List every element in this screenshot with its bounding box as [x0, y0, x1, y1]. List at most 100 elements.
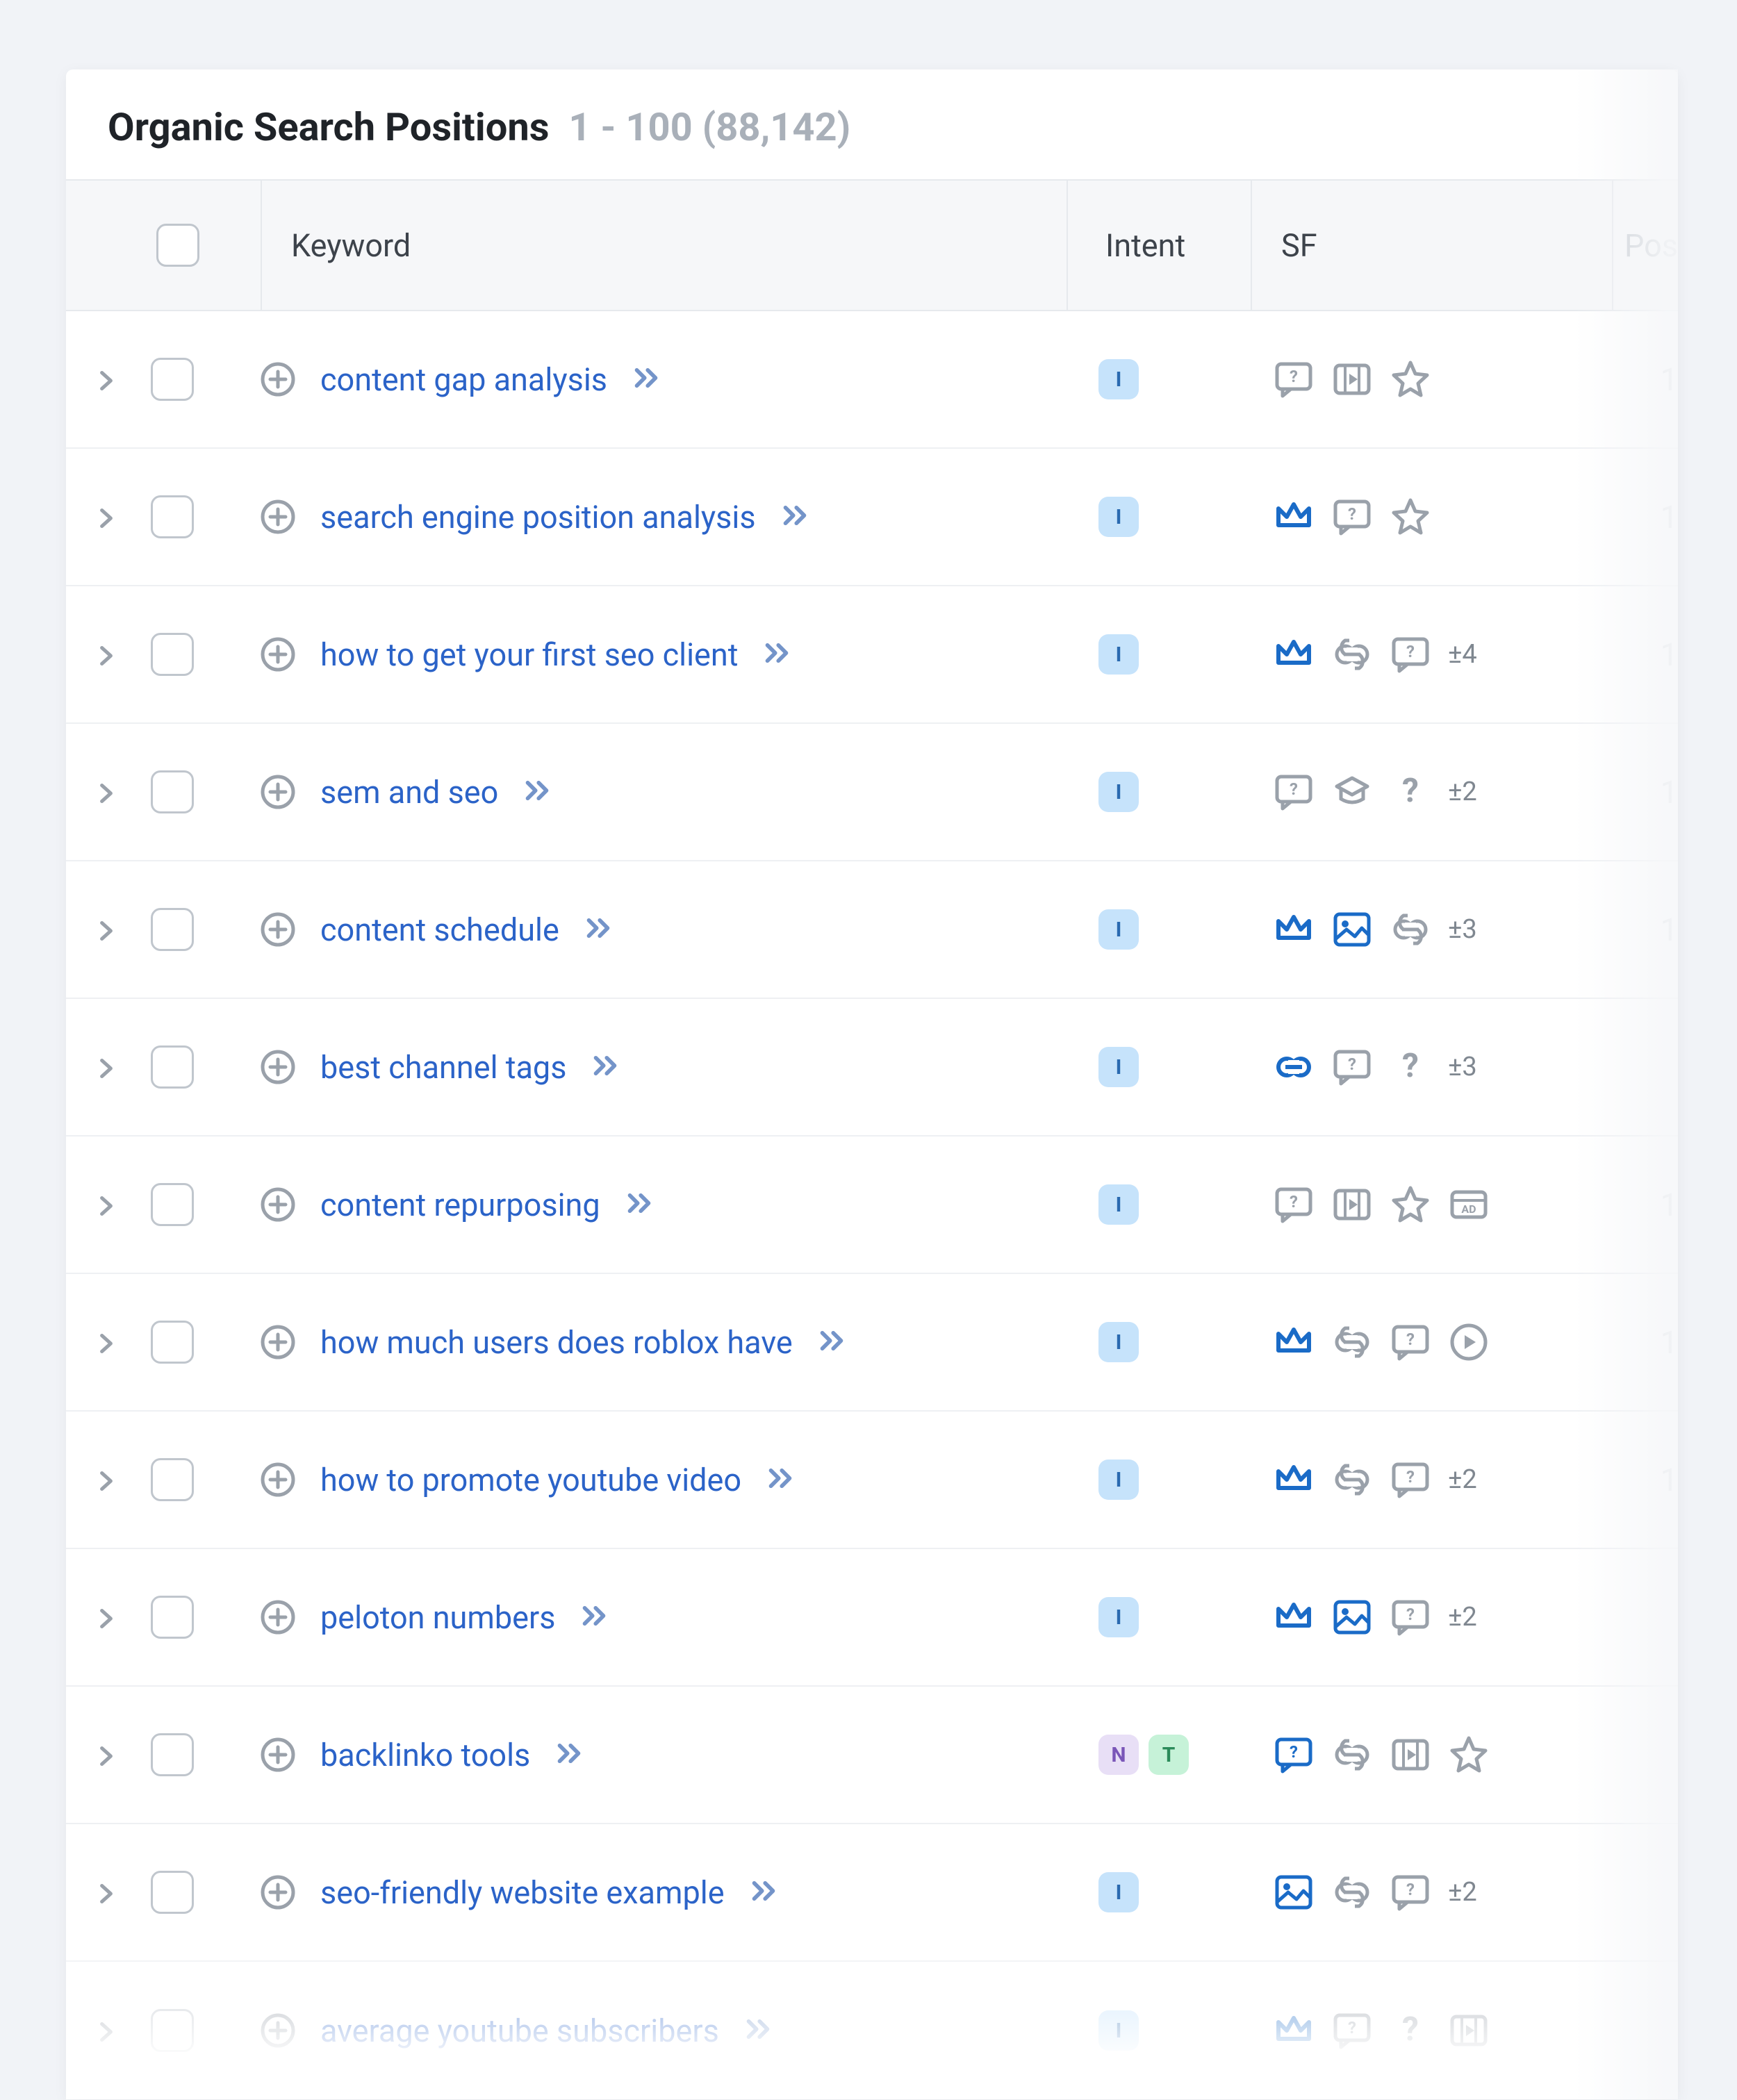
serp-more-count[interactable]: ±3	[1448, 1052, 1477, 1082]
keyword-link[interactable]: how much users does roblox have	[320, 1324, 793, 1361]
serp-more-count[interactable]: ±2	[1448, 777, 1477, 807]
row-checkbox[interactable]	[151, 1871, 194, 1914]
row-checkbox[interactable]	[151, 495, 194, 538]
expand-toggle[interactable]	[66, 1824, 149, 1960]
keyword-link[interactable]: sem and seo	[320, 774, 498, 811]
crown-icon[interactable]	[1273, 909, 1315, 950]
star-icon[interactable]	[1448, 1734, 1490, 1776]
header-sf[interactable]: SF	[1251, 181, 1612, 310]
add-keyword-icon[interactable]	[261, 1187, 295, 1222]
serp-more-count[interactable]: ±2	[1448, 1464, 1477, 1495]
faq-icon[interactable]	[1390, 1459, 1431, 1500]
expand-toggle[interactable]	[66, 311, 149, 447]
keyword-link[interactable]: how to promote youtube video	[320, 1462, 741, 1498]
intent-badge[interactable]: I	[1098, 2010, 1139, 2051]
double-chevron-icon[interactable]	[627, 1192, 652, 1217]
double-chevron-icon[interactable]	[751, 1880, 776, 1905]
add-keyword-icon[interactable]	[261, 1737, 295, 1772]
star-icon[interactable]	[1390, 358, 1431, 400]
intent-badge[interactable]: T	[1149, 1735, 1189, 1775]
question-icon[interactable]	[1390, 2010, 1431, 2051]
expand-toggle[interactable]	[66, 1274, 149, 1410]
crown-icon[interactable]	[1273, 1596, 1315, 1638]
header-pos[interactable]: Pos	[1612, 181, 1678, 310]
faq-icon[interactable]	[1390, 1321, 1431, 1363]
faq-filled-icon[interactable]	[1273, 1734, 1315, 1776]
crown-icon[interactable]	[1273, 1321, 1315, 1363]
row-checkbox[interactable]	[151, 1183, 194, 1226]
faq-icon[interactable]	[1273, 358, 1315, 400]
keyword-link[interactable]: content schedule	[320, 911, 559, 948]
expand-toggle[interactable]	[66, 1549, 149, 1685]
keyword-link[interactable]: content gap analysis	[320, 361, 607, 398]
add-keyword-icon[interactable]	[261, 1600, 295, 1635]
intent-badge[interactable]: I	[1098, 1322, 1139, 1362]
faq-icon[interactable]	[1331, 496, 1373, 538]
expand-toggle[interactable]	[66, 1412, 149, 1548]
row-checkbox[interactable]	[151, 2009, 194, 2052]
double-chevron-icon[interactable]	[586, 917, 611, 942]
video-icon[interactable]	[1331, 1184, 1373, 1225]
double-chevron-icon[interactable]	[764, 642, 789, 667]
row-checkbox[interactable]	[151, 358, 194, 401]
double-chevron-icon[interactable]	[768, 1467, 793, 1492]
header-keyword[interactable]: Keyword	[261, 181, 1067, 310]
row-checkbox[interactable]	[151, 908, 194, 951]
crown-icon[interactable]	[1273, 496, 1315, 538]
add-keyword-icon[interactable]	[261, 775, 295, 809]
keyword-link[interactable]: best channel tags	[320, 1049, 566, 1086]
expand-toggle[interactable]	[66, 449, 149, 585]
row-checkbox[interactable]	[151, 1733, 194, 1776]
add-keyword-icon[interactable]	[261, 912, 295, 947]
serp-more-count[interactable]: ±2	[1448, 1602, 1477, 1632]
double-chevron-icon[interactable]	[525, 779, 550, 804]
double-chevron-icon[interactable]	[819, 1330, 844, 1355]
faq-icon[interactable]	[1331, 2010, 1373, 2051]
faq-icon[interactable]	[1390, 1871, 1431, 1913]
row-checkbox[interactable]	[151, 1321, 194, 1364]
expand-toggle[interactable]	[66, 1687, 149, 1823]
serp-more-count[interactable]: ±3	[1448, 914, 1477, 945]
add-keyword-icon[interactable]	[261, 2013, 295, 2048]
link-icon[interactable]	[1331, 1459, 1373, 1500]
image-icon[interactable]	[1331, 909, 1373, 950]
row-checkbox[interactable]	[151, 770, 194, 813]
link-icon[interactable]	[1331, 1871, 1373, 1913]
double-chevron-icon[interactable]	[634, 367, 659, 392]
add-keyword-icon[interactable]	[261, 499, 295, 534]
expand-toggle[interactable]	[66, 1962, 149, 2099]
double-chevron-icon[interactable]	[557, 1742, 582, 1767]
link-icon[interactable]	[1390, 909, 1431, 950]
double-chevron-icon[interactable]	[746, 2018, 771, 2043]
intent-badge[interactable]: I	[1098, 497, 1139, 537]
expand-toggle[interactable]	[66, 586, 149, 722]
link-icon[interactable]	[1331, 1321, 1373, 1363]
intent-badge[interactable]: N	[1098, 1735, 1139, 1775]
serp-more-count[interactable]: ±2	[1448, 1877, 1477, 1908]
intent-badge[interactable]: I	[1098, 1597, 1139, 1637]
row-checkbox[interactable]	[151, 1596, 194, 1639]
row-checkbox[interactable]	[151, 1458, 194, 1501]
add-keyword-icon[interactable]	[261, 1325, 295, 1359]
image-icon[interactable]	[1331, 1596, 1373, 1638]
double-chevron-icon[interactable]	[582, 1605, 607, 1630]
add-keyword-icon[interactable]	[261, 1462, 295, 1497]
link-icon[interactable]	[1331, 1734, 1373, 1776]
expand-toggle[interactable]	[66, 1136, 149, 1273]
crown-icon[interactable]	[1273, 2010, 1315, 2051]
double-chevron-icon[interactable]	[782, 504, 807, 529]
star-icon[interactable]	[1390, 496, 1431, 538]
keyword-link[interactable]: backlinko tools	[320, 1737, 530, 1774]
add-keyword-icon[interactable]	[261, 1050, 295, 1084]
serp-more-count[interactable]: ±4	[1448, 639, 1477, 670]
intent-badge[interactable]: I	[1098, 1184, 1139, 1225]
faq-icon[interactable]	[1331, 1046, 1373, 1088]
faq-icon[interactable]	[1273, 1184, 1315, 1225]
link-filled-icon[interactable]	[1273, 1046, 1315, 1088]
video-icon[interactable]	[1448, 2010, 1490, 2051]
question-icon[interactable]	[1390, 771, 1431, 813]
video-icon[interactable]	[1390, 1734, 1431, 1776]
keyword-link[interactable]: how to get your first seo client	[320, 636, 738, 673]
expand-toggle[interactable]	[66, 724, 149, 860]
select-all-checkbox[interactable]	[156, 224, 199, 267]
